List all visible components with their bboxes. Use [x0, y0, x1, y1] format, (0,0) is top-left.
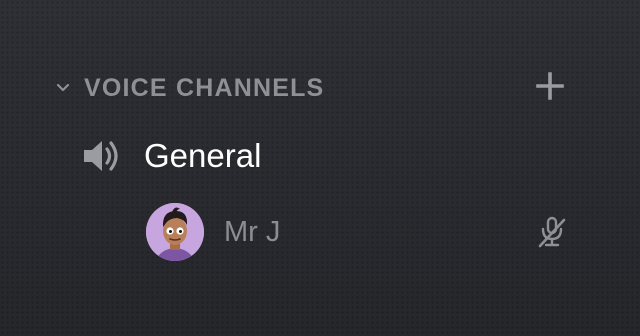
- plus-icon[interactable]: [535, 71, 565, 106]
- microphone-muted-icon: [532, 210, 572, 254]
- voice-member[interactable]: Mr J: [146, 202, 576, 262]
- member-name: Mr J: [224, 215, 281, 248]
- channel-name: General: [144, 137, 262, 174]
- category-label: VOICE CHANNELS: [84, 73, 325, 102]
- add-channel-button[interactable]: [530, 66, 570, 110]
- voice-channels-category[interactable]: VOICE CHANNELS: [54, 66, 584, 110]
- chevron-down-icon[interactable]: [54, 79, 72, 97]
- voice-channel-general[interactable]: General: [80, 130, 580, 182]
- speaker-icon: [80, 136, 126, 176]
- avatar[interactable]: [146, 203, 204, 261]
